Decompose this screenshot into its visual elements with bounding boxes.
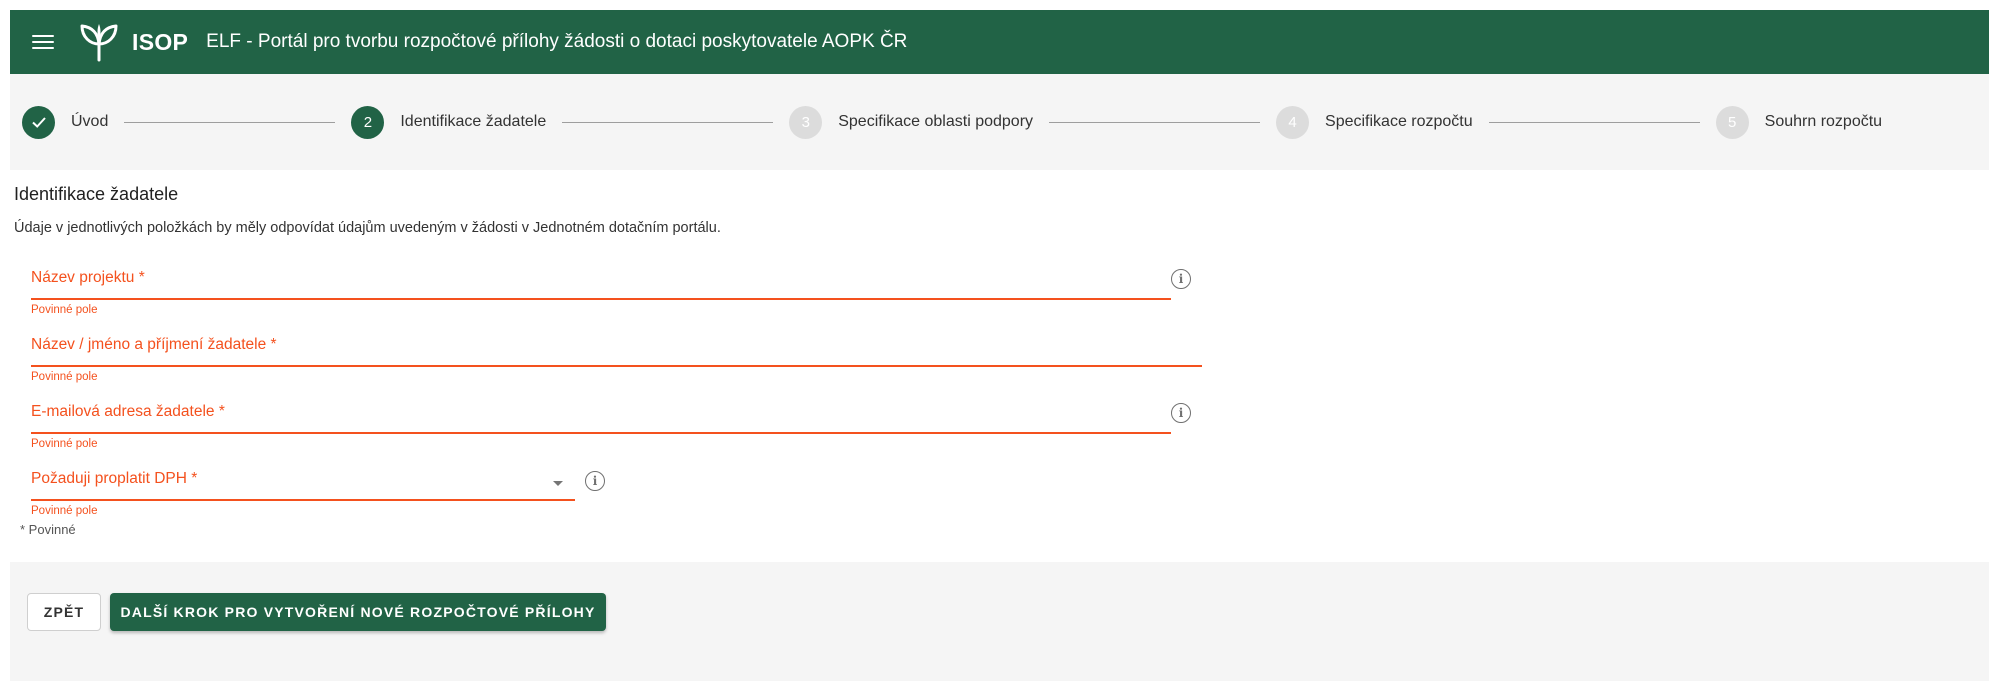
field-error: Povinné pole — [31, 438, 98, 450]
field-underline — [31, 298, 1171, 300]
step-specifikace-oblasti[interactable]: 3 Specifikace oblasti podpory — [789, 105, 1276, 139]
vat-select[interactable]: Požaduji proplatit DPH * Povinné pole — [31, 470, 575, 517]
step-label: Identifikace žadatele — [400, 113, 547, 130]
step-label: Specifikace oblasti podpory — [838, 113, 1034, 130]
project-name-field[interactable]: Název projektu * Povinné pole — [31, 269, 1171, 316]
app-title: ELF - Portál pro tvorbu rozpočtové přílo… — [206, 31, 908, 52]
step-identifikace[interactable]: 2 Identifikace žadatele — [351, 105, 789, 139]
next-step-button[interactable]: DALŠÍ KROK PRO VYTVOŘENÍ NOVÉ ROZPOČTOVÉ… — [110, 593, 606, 631]
step-connector — [562, 121, 774, 123]
stepper: Úvod 2 Identifikace žadatele 3 Specifika… — [10, 74, 1989, 170]
step-connector — [124, 121, 336, 123]
section-header: Identifikace žadatele Údaje v jednotlivý… — [14, 184, 721, 236]
field-error: Povinné pole — [31, 371, 98, 383]
info-icon[interactable]: i — [1171, 269, 1191, 289]
step-number: 2 — [351, 105, 385, 139]
step-number: 3 — [789, 105, 823, 139]
field-underline — [31, 499, 575, 501]
step-connector — [1049, 121, 1261, 123]
field-underline — [31, 365, 1202, 367]
section-title: Identifikace žadatele — [14, 184, 179, 204]
field-label: Název / jméno a příjmení žadatele * — [31, 336, 277, 353]
field-underline — [31, 432, 1171, 434]
step-number: 5 — [1715, 105, 1749, 139]
step-specifikace-rozpoctu[interactable]: 4 Specifikace rozpočtu — [1276, 105, 1716, 139]
app-header: ISOP ELF - Portál pro tvorbu rozpočtové … — [10, 10, 1989, 74]
section-description: Údaje v jednotlivých položkách by měly o… — [14, 220, 721, 236]
step-label: Úvod — [71, 113, 109, 130]
field-label: E-mailová adresa žadatele * — [31, 403, 225, 420]
info-icon[interactable]: i — [585, 471, 605, 491]
step-connector — [1488, 121, 1700, 123]
step-label: Souhrn rozpočtu — [1764, 113, 1883, 130]
step-number: 4 — [1276, 105, 1310, 139]
step-label: Specifikace rozpočtu — [1325, 113, 1473, 130]
info-icon[interactable]: i — [1171, 403, 1191, 423]
field-label: Požaduji proplatit DPH * — [31, 470, 198, 487]
applicant-email-field[interactable]: E-mailová adresa žadatele * Povinné pole — [31, 403, 1171, 450]
field-error: Povinné pole — [31, 505, 98, 517]
brand-name[interactable]: ISOP — [132, 29, 188, 56]
check-icon — [22, 105, 55, 139]
back-button[interactable]: ZPĚT — [27, 593, 101, 631]
step-uvod[interactable]: Úvod — [22, 105, 351, 139]
leaf-logo-icon — [80, 24, 118, 62]
step-souhrn[interactable]: 5 Souhrn rozpočtu — [1715, 105, 1883, 139]
field-error: Povinné pole — [31, 304, 98, 316]
required-note: * Povinné — [20, 522, 76, 537]
applicant-name-field[interactable]: Název / jméno a příjmení žadatele * Povi… — [31, 336, 1202, 383]
field-label: Název projektu * — [31, 269, 145, 286]
menu-icon[interactable] — [32, 35, 54, 49]
chevron-down-icon[interactable] — [553, 481, 563, 486]
